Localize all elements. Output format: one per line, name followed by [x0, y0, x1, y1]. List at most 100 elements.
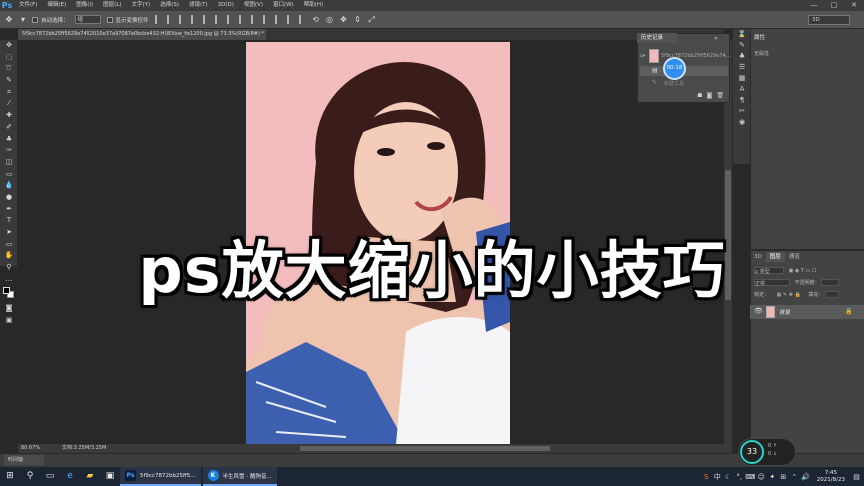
zoom-level[interactable]: 80.67%	[18, 444, 54, 453]
edge-browser-icon[interactable]: e	[60, 467, 80, 486]
quick-select-tool-icon[interactable]: ✎	[0, 75, 18, 87]
3d-slide-icon[interactable]: ⇕	[353, 15, 363, 25]
menu-type[interactable]: 文字(Y)	[127, 0, 156, 11]
tab-layers[interactable]: 图层	[765, 252, 785, 262]
keyboard-icon[interactable]: ⌨	[745, 473, 756, 481]
gradient-tool-icon[interactable]: ▭	[0, 169, 18, 181]
properties-tab[interactable]: 属性	[750, 33, 780, 43]
horizontal-scrollbar-thumb[interactable]	[300, 446, 550, 451]
history-footer-icons[interactable]: ☗◙🗑	[640, 92, 728, 101]
align-hcenter-icon[interactable]	[202, 15, 212, 24]
swatches-icon[interactable]: ▦	[733, 73, 751, 84]
lock-icons[interactable]: ▦ ✎ ✥ 🔒	[777, 292, 801, 298]
taskbar-app-kugou[interactable]: K 半生风雪 - 酷狗音...	[202, 467, 277, 486]
file-explorer-icon[interactable]: ▰	[80, 467, 100, 486]
tab-channels[interactable]: 通道	[785, 252, 804, 262]
tool-presets-icon[interactable]: ✂	[733, 106, 751, 117]
menu-view[interactable]: 视图(V)	[239, 0, 268, 11]
history-brush-source-icon[interactable]: ✑	[640, 52, 646, 60]
store-icon[interactable]: ▣	[100, 467, 120, 486]
history-panel-icon[interactable]: ⌛	[733, 29, 751, 40]
adjustments-icon[interactable]: ☰	[733, 62, 751, 73]
menu-image[interactable]: 图像(I)	[71, 0, 98, 11]
tray-expand-icon[interactable]: ⌃	[789, 473, 800, 481]
move-tool-icon[interactable]: ✥	[0, 40, 18, 52]
info-panel-icon[interactable]: ◉	[733, 117, 751, 128]
menu-file[interactable]: 文件(F)	[14, 0, 42, 11]
distribute-hcenter-icon[interactable]	[274, 15, 284, 24]
layer-lock-icon[interactable]: 🔒	[845, 308, 852, 315]
clone-source-icon[interactable]: ♣	[733, 51, 751, 62]
menu-help[interactable]: 帮助(H)	[299, 0, 328, 11]
moon-icon[interactable]: ☾	[723, 473, 734, 481]
crop-tool-icon[interactable]: ⌗	[0, 87, 18, 99]
user-icon[interactable]: ☺	[756, 473, 767, 481]
align-bottom-icon[interactable]	[178, 15, 188, 24]
3d-scale-icon[interactable]: ⤢	[367, 15, 377, 25]
timeline-tab[interactable]: 时间轴	[4, 455, 44, 465]
brush-tool-icon[interactable]: ✐	[0, 122, 18, 134]
maximize-button[interactable]: □	[824, 0, 844, 11]
move-tool-icon[interactable]: ✥	[4, 15, 14, 25]
windows-start-icon[interactable]: ⊞	[0, 467, 20, 486]
lasso-tool-icon[interactable]: ➰	[0, 63, 18, 75]
auto-select-checkbox[interactable]	[32, 16, 38, 23]
pen-tool-icon[interactable]: ✒	[0, 204, 18, 216]
healing-brush-tool-icon[interactable]: ✚	[0, 110, 18, 122]
fill-field[interactable]	[824, 291, 839, 298]
minimize-button[interactable]: —	[804, 0, 824, 11]
panel-collapse-icon[interactable]: »	[714, 35, 718, 42]
3d-rotate-icon[interactable]: ⟲	[311, 15, 321, 25]
distribute-bottom-icon[interactable]	[250, 15, 260, 24]
3d-roll-icon[interactable]: ◎	[325, 15, 335, 25]
opacity-field[interactable]	[821, 279, 840, 286]
brush-presets-icon[interactable]: ✎	[733, 40, 751, 51]
punctuation-icon[interactable]: °,	[734, 473, 745, 481]
history-tab[interactable]: 历史记录	[637, 33, 677, 43]
distribute-top-icon[interactable]	[226, 15, 236, 24]
volume-icon[interactable]: 🔊	[800, 473, 811, 481]
screen-mode-icon[interactable]: ▣	[0, 315, 18, 327]
taskbar-app-photoshop[interactable]: Ps 5f9cc7872bb25ff5...	[120, 467, 201, 486]
menu-3d[interactable]: 3D(D)	[213, 0, 239, 11]
eraser-tool-icon[interactable]: ◫	[0, 157, 18, 169]
history-brush-tool-icon[interactable]: ✑	[0, 145, 18, 157]
system-clock[interactable]: 7:45 2021/8/23	[811, 470, 851, 484]
tab-3d[interactable]: 3D	[750, 252, 766, 262]
paragraph-panel-icon[interactable]: ¶	[733, 95, 751, 106]
menu-layer[interactable]: 图层(L)	[98, 0, 126, 11]
close-button[interactable]: ✕	[844, 0, 864, 11]
menu-filter[interactable]: 滤镜(T)	[184, 0, 213, 11]
ime-mode-label[interactable]: 中	[712, 472, 723, 482]
filter-icons[interactable]: ▣ ◉ T ▭ ☐	[789, 268, 817, 274]
menu-edit[interactable]: 编辑(E)	[42, 0, 71, 11]
dodge-tool-icon[interactable]: ●	[0, 192, 18, 204]
3d-drag-icon[interactable]: ✥	[339, 15, 349, 25]
auto-select-dropdown[interactable]: 组	[74, 15, 101, 24]
distribute-vcenter-icon[interactable]	[238, 15, 248, 24]
distribute-left-icon[interactable]	[262, 15, 272, 24]
menu-window[interactable]: 窗口(W)	[268, 0, 299, 11]
visibility-eye-icon[interactable]: 👁	[754, 307, 763, 315]
align-left-icon[interactable]	[190, 15, 200, 24]
layer-filter-dropdown[interactable]: ρ 类型	[754, 267, 784, 275]
auto-align-icon[interactable]	[298, 15, 308, 24]
history-snapshot-thumbnail[interactable]	[649, 49, 659, 63]
grid-icon[interactable]: ⊞	[778, 473, 789, 481]
tool-preset-chevron-icon[interactable]: ▾	[18, 15, 28, 25]
align-top-icon[interactable]	[154, 15, 164, 24]
task-view-icon[interactable]: ▭	[40, 467, 60, 486]
shirt-icon[interactable]: ✦	[767, 473, 778, 481]
eyedropper-tool-icon[interactable]: ⁄	[0, 98, 18, 110]
3d-mode-dropdown[interactable]: 3D	[808, 15, 850, 25]
search-icon[interactable]: ⚲	[20, 467, 40, 486]
character-panel-icon[interactable]: A	[733, 84, 751, 95]
foreground-color-swatch[interactable]	[3, 287, 10, 295]
marquee-tool-icon[interactable]: ⬚	[0, 52, 18, 64]
clone-stamp-tool-icon[interactable]: ♣	[0, 134, 18, 146]
show-transform-checkbox[interactable]	[106, 16, 113, 23]
document-tab[interactable]: 5f9cc7872bb25ff5629e7452010e37a97087e0bc…	[18, 29, 266, 40]
blend-mode-dropdown[interactable]: 正常	[754, 279, 790, 287]
sogou-ime-icon[interactable]: S	[701, 473, 712, 481]
blur-tool-icon[interactable]: 💧	[0, 180, 18, 192]
